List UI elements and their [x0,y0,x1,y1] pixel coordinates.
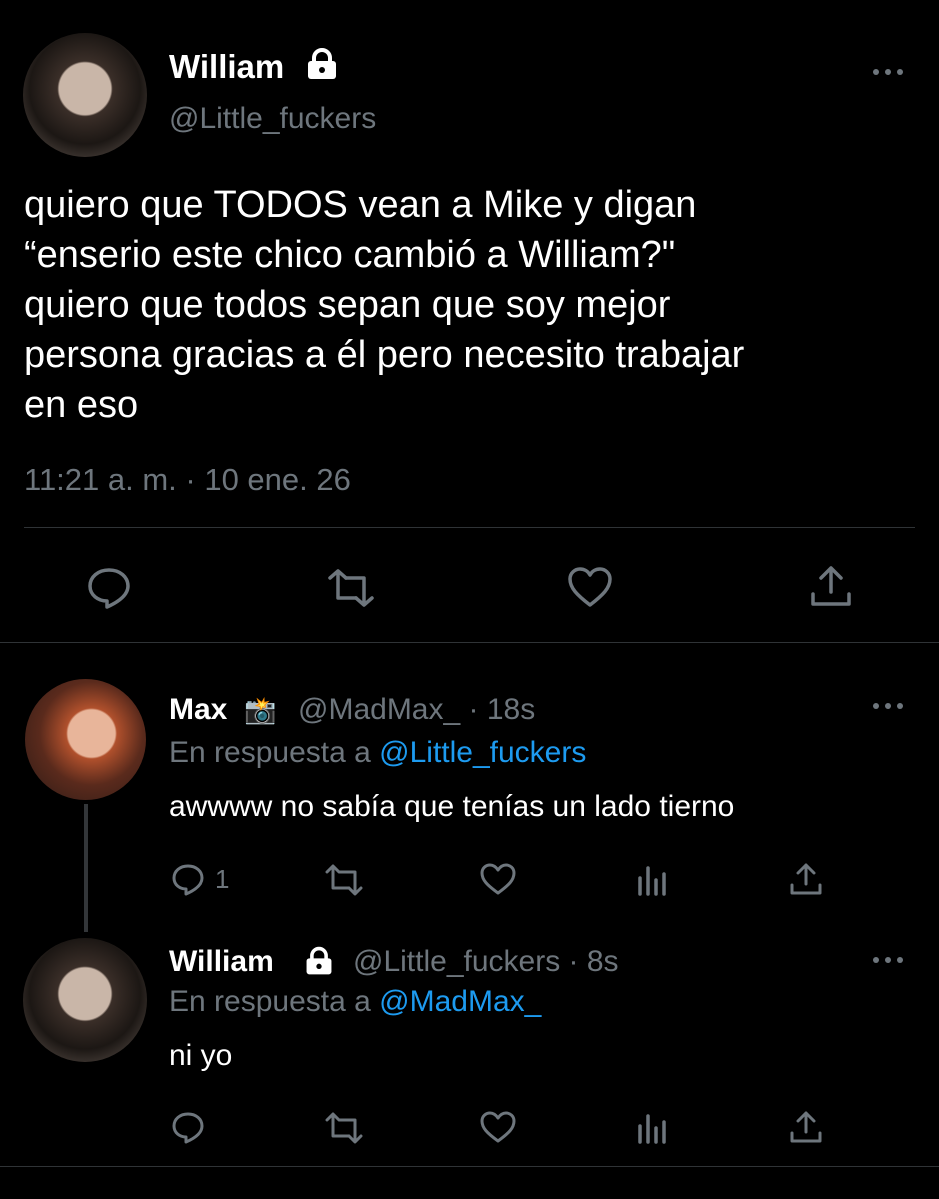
retweet-icon[interactable] [324,864,364,896]
more-options-icon[interactable] [870,954,906,966]
handle[interactable]: @Little_fuckers [169,101,376,137]
share-icon[interactable] [789,862,823,896]
timestamp[interactable]: 11:21 a. m. · 10 ene. 26 [24,462,351,498]
share-icon[interactable] [789,1110,823,1144]
divider [0,1166,939,1167]
reply-icon[interactable] [86,565,132,611]
display-name[interactable]: William [169,48,284,86]
reply-text: ni yo [169,1039,233,1072]
divider [0,642,939,643]
reply-text: awwww no sabía que tenías un lado tierno [169,790,735,823]
lock-icon [304,48,340,80]
avatar[interactable] [25,679,146,800]
camera-flash-emoji: 📸 [244,695,277,725]
reply-context: En respuesta a @MadMax_ [169,984,541,1020]
reply-icon[interactable] [170,862,206,898]
avatar[interactable] [23,938,147,1062]
analytics-icon[interactable] [636,1112,668,1144]
reply-prefix: En respuesta a [169,985,371,1018]
tweet-text-line: en eso [24,384,139,426]
handle-time[interactable]: @MadMax_ · 18s [298,692,535,728]
retweet-icon[interactable] [326,568,376,608]
share-icon[interactable] [809,564,853,608]
display-name[interactable]: Max [169,692,227,728]
reply-icon[interactable] [170,1110,206,1146]
tweet-text: quiero que TODOS vean a Mike y digan “en… [24,180,924,430]
mention-link[interactable]: @MadMax_ [379,985,541,1018]
avatar[interactable] [23,33,147,157]
handle-time[interactable]: @Little_fuckers · 8s [353,944,619,980]
tweet-text-line: “enserio este chico cambió a William?" [24,234,676,276]
tweet-text-line: quiero que todos sepan que soy mejor [24,284,671,326]
tweet-text-line: persona gracias a él pero necesito traba… [24,334,745,376]
like-icon[interactable] [567,566,613,608]
mention-link[interactable]: @Little_fuckers [379,736,586,769]
reply-context: En respuesta a @Little_fuckers [169,735,586,771]
more-options-icon[interactable] [870,66,906,78]
lock-icon [303,946,335,976]
reply-count: 1 [215,864,230,894]
display-name[interactable]: William [169,944,274,980]
analytics-icon[interactable] [636,864,668,896]
like-icon[interactable] [479,1110,517,1144]
divider [24,527,915,528]
thread-line [84,804,88,932]
tweet-text-line: quiero que TODOS vean a Mike y digan [24,184,697,226]
more-options-icon[interactable] [870,700,906,712]
retweet-icon[interactable] [324,1112,364,1144]
like-icon[interactable] [479,862,517,896]
reply-prefix: En respuesta a [169,736,371,769]
